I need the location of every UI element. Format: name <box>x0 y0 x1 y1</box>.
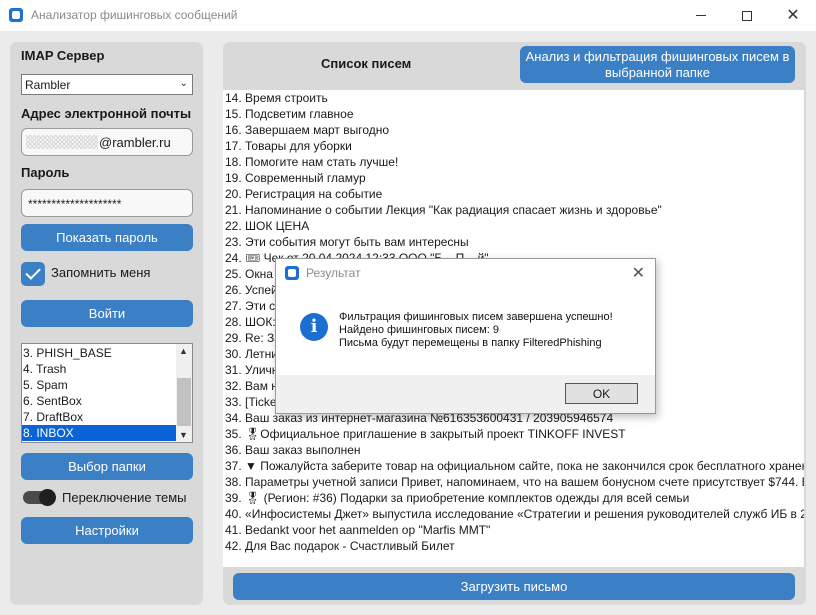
folder-list-item[interactable]: 4. Trash <box>22 361 177 377</box>
email-field[interactable]: @rambler.ru <box>21 128 193 156</box>
imap-server-label: IMAP Сервер <box>21 48 105 63</box>
scroll-up-icon[interactable]: ▲ <box>179 346 188 356</box>
info-icon: i <box>300 313 328 341</box>
email-list-item[interactable]: 14. Время строить <box>223 90 804 106</box>
folder-scrollbar[interactable]: ▲ ▼ <box>176 344 192 442</box>
maximize-button[interactable] <box>724 0 770 31</box>
email-list-item[interactable]: 16. Завершаем март выгодно <box>223 122 804 138</box>
scroll-down-icon[interactable]: ▼ <box>179 430 188 440</box>
dialog-title: Результат <box>306 266 361 280</box>
theme-toggle-label: Переключение темы <box>62 490 187 505</box>
toggle-knob <box>39 489 56 506</box>
dialog-close-icon[interactable]: ✕ <box>632 263 645 283</box>
password-field[interactable]: ******************** <box>21 189 193 217</box>
folder-list-item[interactable]: 5. Spam <box>22 377 177 393</box>
remember-me-label: Запомнить меня <box>51 265 151 280</box>
maximize-icon <box>742 10 752 21</box>
settings-button[interactable]: Настройки <box>21 517 193 544</box>
dialog-body: i Фильтрация фишинговых писем завершена … <box>276 287 655 375</box>
email-list-item[interactable]: 36. Ваш заказ выполнен <box>223 442 804 458</box>
dialog-message-line: Письма будут перемещены в папку Filtered… <box>339 337 602 349</box>
chevron-down-icon: ⌄ <box>179 78 188 89</box>
dialog-message: Фильтрация фишинговых писем завершена ус… <box>339 311 613 350</box>
email-list-item[interactable]: 20. Регистрация на событие <box>223 186 804 202</box>
dialog-title-bar: Результат ✕ <box>276 259 655 287</box>
email-list-item[interactable]: 19. Современный гламур <box>223 170 804 186</box>
password-value: ******************** <box>28 197 122 211</box>
email-username-masked <box>26 135 98 149</box>
email-list-item[interactable]: 18. Помогите нам стать лучше! <box>223 154 804 170</box>
email-list-item[interactable]: 21. Напоминание о событии Лекция "Как ра… <box>223 202 804 218</box>
email-list-item[interactable]: 41. Bedankt voor het aanmelden op "Marfi… <box>223 522 804 538</box>
show-password-button[interactable]: Показать пароль <box>21 224 193 251</box>
folder-list-item[interactable]: 3. PHISH_BASE <box>22 345 177 361</box>
email-label: Адрес электронной почты <box>21 106 192 121</box>
window-title: Анализатор фишинговых сообщений <box>31 8 238 22</box>
email-list-item[interactable]: 17. Товары для уборки <box>223 138 804 154</box>
dialog-message-line: Найдено фишинговых писем: 9 <box>339 324 499 336</box>
login-panel: IMAP Сервер Rambler ⌄ Адрес электронной … <box>10 42 203 605</box>
folder-list-item[interactable]: 6. SentBox <box>22 393 177 409</box>
email-list-title: Список писем <box>321 56 412 71</box>
email-list-item[interactable]: 40. «Инфосистемы Джет» выпустила исследо… <box>223 506 804 522</box>
password-label: Пароль <box>21 165 70 180</box>
folder-list: 3. PHISH_BASE 4. Trash 5. Spam 6. SentBox 7.… <box>22 345 177 441</box>
app-icon <box>9 8 23 22</box>
remember-me-checkbox[interactable] <box>21 262 45 286</box>
email-list-item[interactable]: 38. Параметры учетной записи Привет, нап… <box>223 474 804 490</box>
ok-button[interactable]: OK <box>565 383 638 404</box>
folder-listbox[interactable]: 3. PHISH_BASE 4. Trash 5. Spam 6. SentBox 7.… <box>21 343 193 443</box>
analyze-phishing-button[interactable]: Анализ и фильтрация фишинговых писем в в… <box>520 46 795 83</box>
close-button[interactable]: ✕ <box>770 0 816 31</box>
load-email-button[interactable]: Загрузить письмо <box>233 573 795 600</box>
minimize-icon <box>696 15 706 16</box>
scrollbar-thumb[interactable] <box>177 378 191 426</box>
theme-toggle-switch[interactable] <box>23 489 56 506</box>
email-list-item[interactable]: 42. Для Вас подарок - Счастливый Билет <box>223 538 804 554</box>
close-icon: ✕ <box>786 6 800 24</box>
folder-list-item[interactable]: 7. DraftBox <box>22 409 177 425</box>
imap-server-value: Rambler <box>25 78 71 92</box>
result-dialog: Результат ✕ i Фильтрация фишинговых писе… <box>275 258 656 414</box>
email-list-item[interactable]: 15. Подсветим главное <box>223 106 804 122</box>
select-folder-button[interactable]: Выбор папки <box>21 453 193 480</box>
dialog-message-line: Фильтрация фишинговых писем завершена ус… <box>339 311 613 323</box>
email-list-item[interactable]: 22. ШОК ЦЕНА <box>223 218 804 234</box>
email-list-item[interactable]: 37. ▼ Пожалуйста заберите товар на офици… <box>223 458 804 474</box>
email-domain: @rambler.ru <box>99 135 171 150</box>
email-list-item[interactable]: 35. 🎖Официальное приглашение в закрытый … <box>223 426 804 442</box>
title-bar: Анализатор фишинговых сообщений ✕ <box>0 0 816 31</box>
app-icon <box>285 266 299 280</box>
minimize-button[interactable] <box>678 0 724 31</box>
login-button[interactable]: Войти <box>21 300 193 327</box>
folder-list-item[interactable]: 8. INBOX <box>22 425 177 441</box>
imap-server-select[interactable]: Rambler ⌄ <box>21 74 193 95</box>
email-list-item[interactable]: 39. 🎖 (Регион: #36) Подарки за приобрете… <box>223 490 804 506</box>
email-list-item[interactable]: 23. Эти события могут быть вам интересны <box>223 234 804 250</box>
